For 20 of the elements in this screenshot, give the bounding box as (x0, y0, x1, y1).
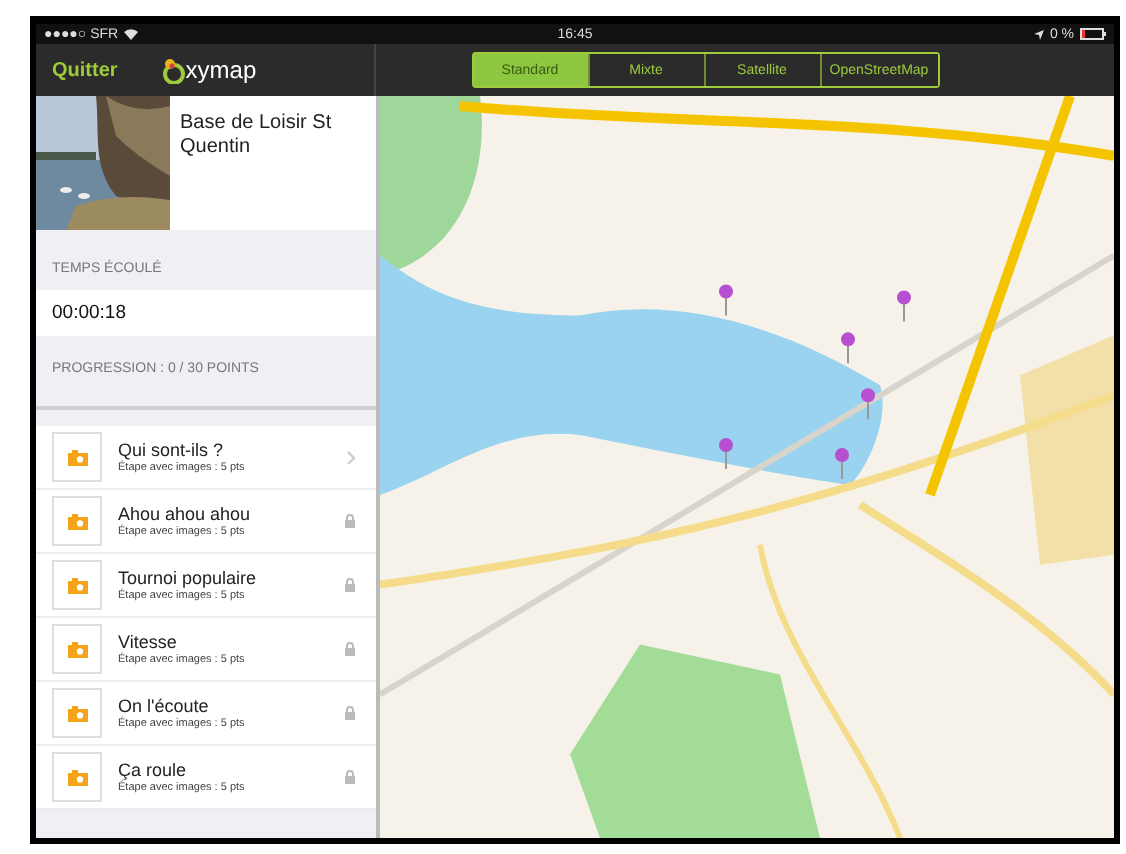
quit-button[interactable]: Quitter (52, 59, 118, 81)
camera-icon (67, 769, 87, 785)
app-logo: xymap (185, 56, 257, 84)
step-title: Tournoi populaire (118, 568, 259, 588)
camera-icon (67, 705, 87, 721)
camera-icon (67, 449, 87, 465)
step-title: Qui sont-ils ? (118, 440, 226, 460)
step-title: Vitesse (118, 632, 179, 652)
battery-icon (1080, 28, 1106, 40)
logo-icon (161, 58, 186, 84)
step-title: Ça roule (118, 760, 189, 780)
step-title: Ahou ahou ahou (118, 504, 253, 524)
camera-icon (67, 641, 87, 657)
location-arrow-icon (1033, 29, 1044, 39)
elapsed-time: 00:00:18 (52, 302, 126, 324)
camera-icon (67, 577, 87, 593)
course-title: Base de Loisir St Quentin (180, 110, 334, 162)
wifi-icon (124, 28, 139, 40)
camera-icon (67, 513, 87, 529)
step-title: On l'écoute (118, 696, 211, 716)
